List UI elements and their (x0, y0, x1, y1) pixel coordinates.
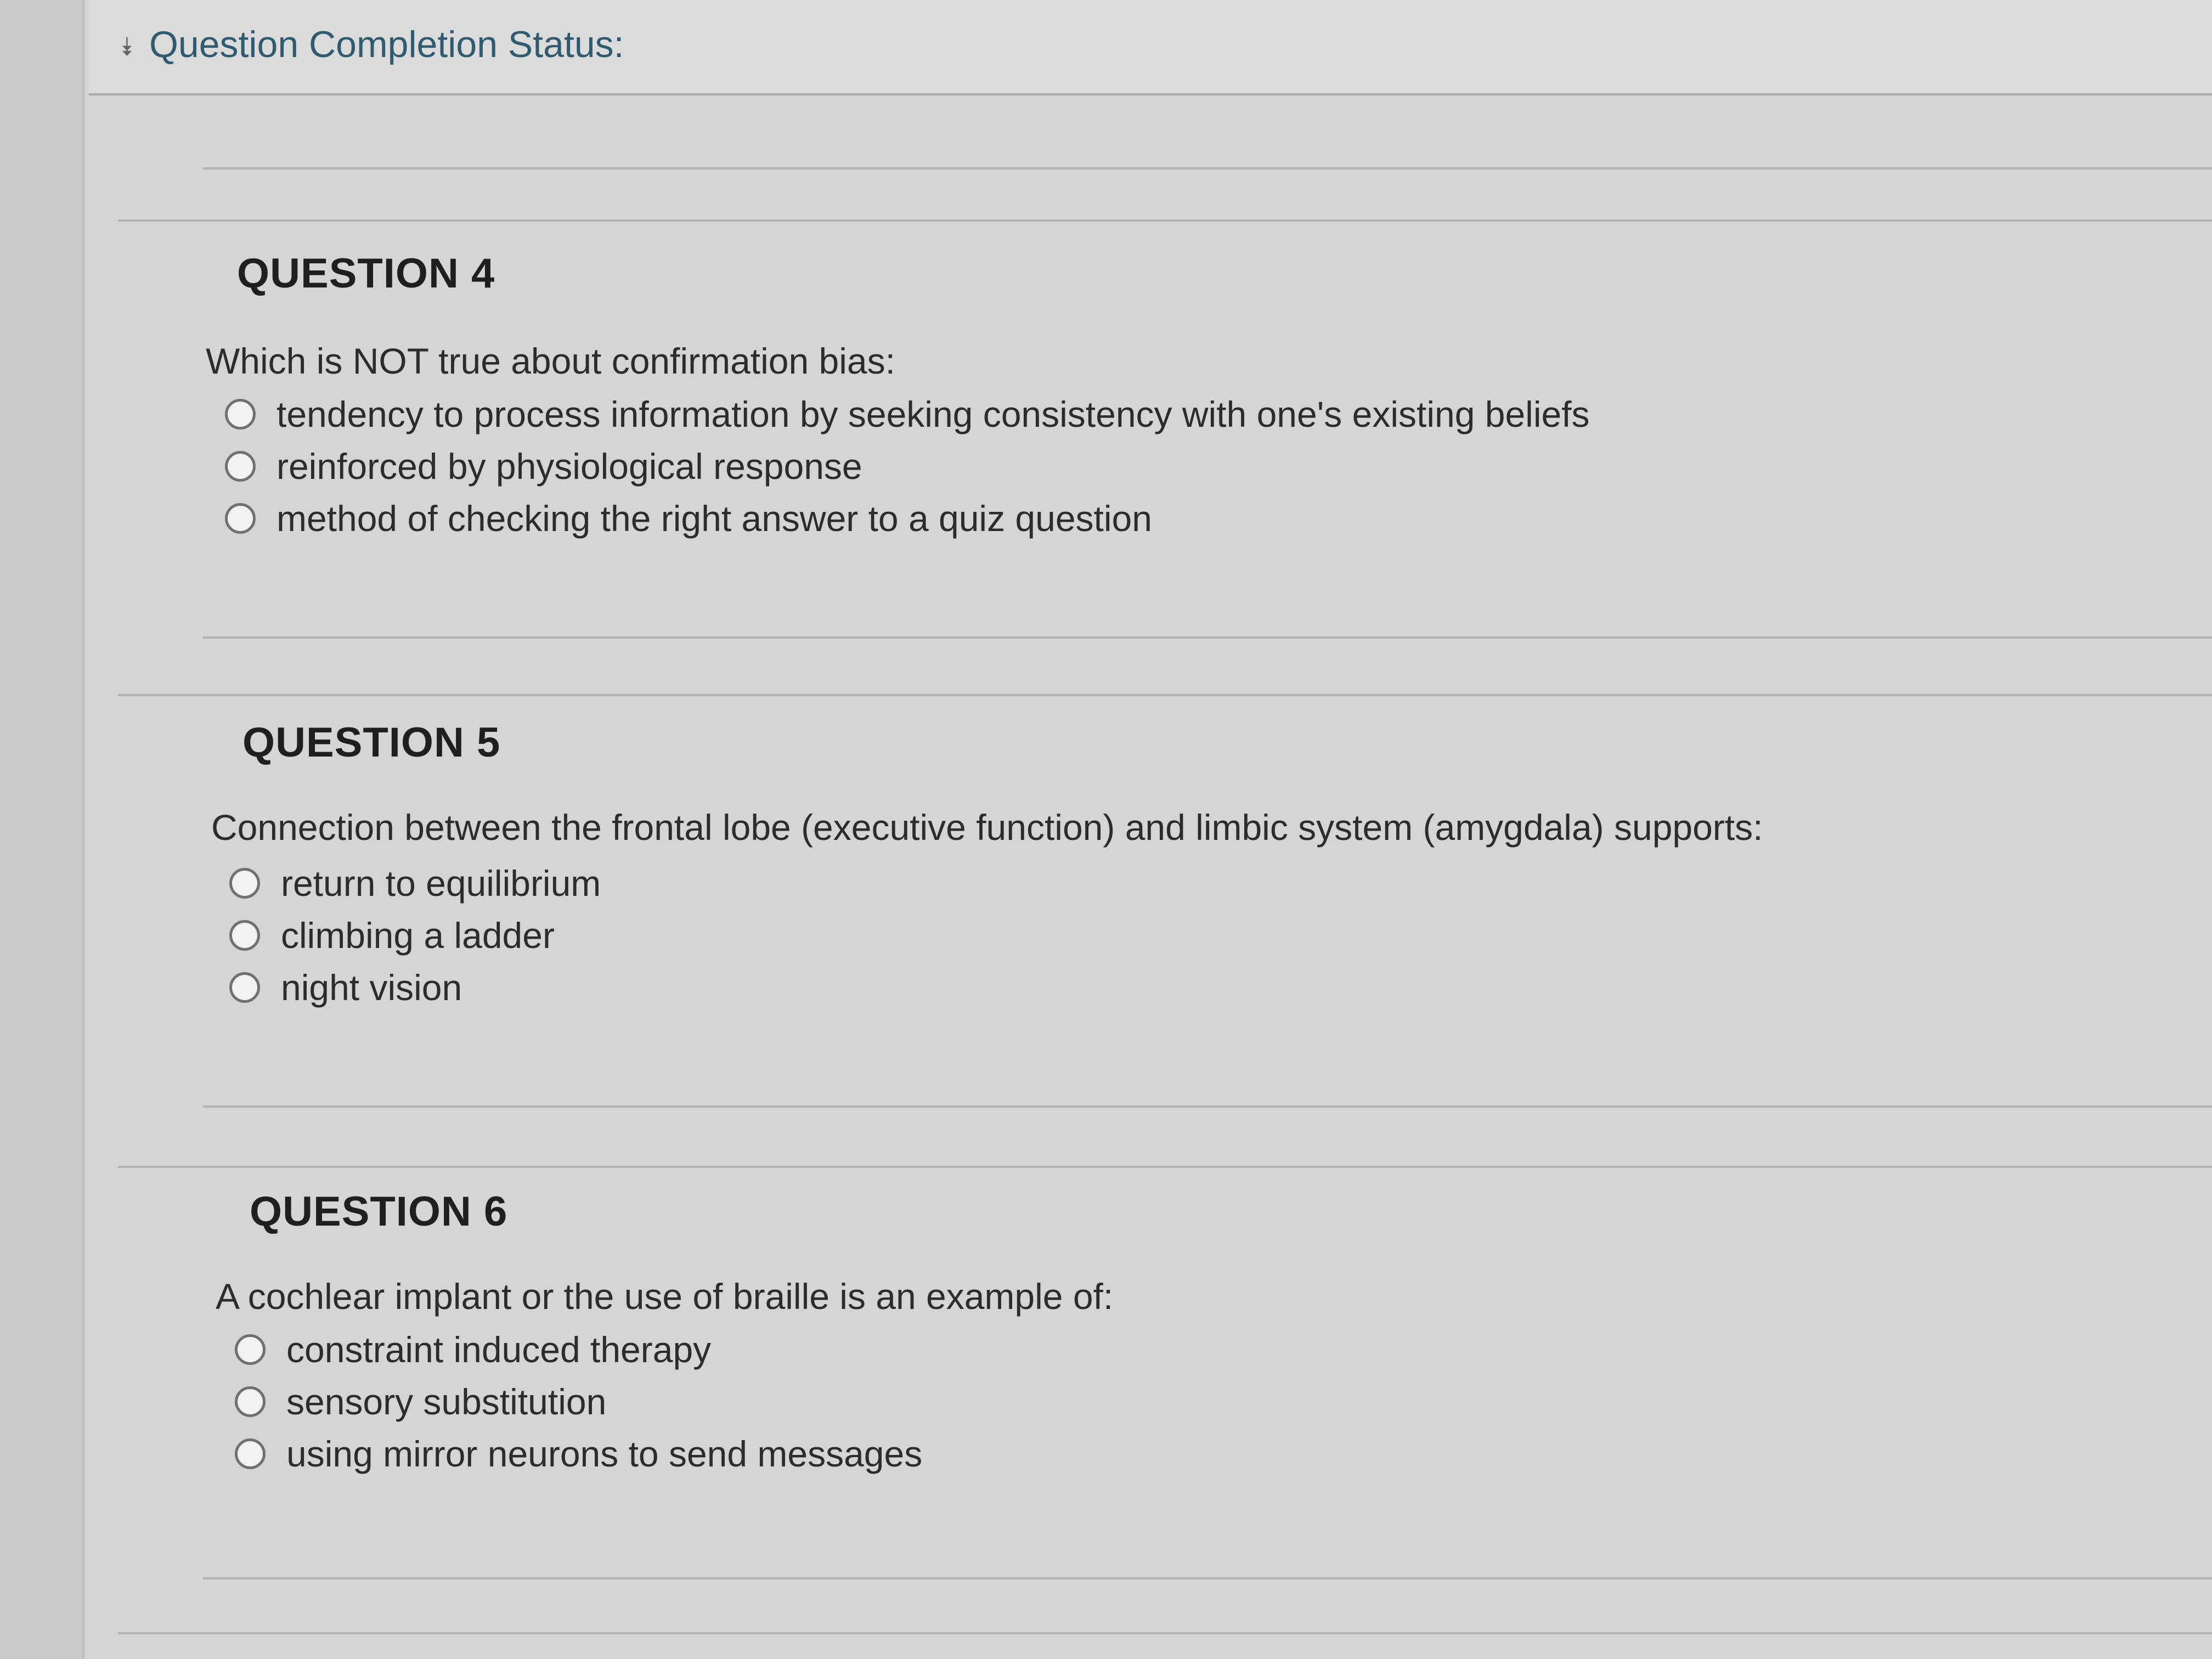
answer-option-label[interactable]: return to equilibrium (281, 862, 601, 904)
question-prompt: A cochlear implant or the use of braille… (216, 1276, 1114, 1317)
answer-option[interactable]: tendency to process information by seeki… (225, 390, 1590, 439)
divider (203, 636, 2212, 639)
answer-option[interactable]: night vision (229, 963, 462, 1012)
question-title: QUESTION 5 (242, 719, 501, 766)
left-gutter (0, 0, 84, 1659)
answer-option[interactable]: climbing a ladder (229, 911, 555, 960)
answer-option[interactable]: reinforced by physiological response (225, 442, 862, 491)
question-prompt: Connection between the frontal lobe (exe… (211, 807, 1763, 848)
answer-option-label[interactable]: using mirror neurons to send messages (286, 1433, 922, 1475)
answer-option-label[interactable]: constraint induced therapy (286, 1329, 711, 1370)
radio-button[interactable] (229, 920, 260, 951)
question-title: QUESTION 6 (250, 1188, 508, 1235)
divider (118, 1166, 2212, 1168)
radio-button[interactable] (235, 1334, 266, 1365)
divider (118, 694, 2212, 696)
radio-button[interactable] (225, 503, 256, 534)
answer-option-label[interactable]: reinforced by physiological response (276, 445, 862, 487)
divider (203, 167, 2212, 170)
question-completion-status-label[interactable]: Question Completion Status: (149, 23, 624, 66)
answer-option-label[interactable]: night vision (281, 967, 462, 1008)
answer-option[interactable]: sensory substitution (235, 1377, 606, 1426)
answer-option[interactable]: method of checking the right answer to a… (225, 494, 1152, 543)
radio-button[interactable] (229, 868, 260, 899)
answer-option[interactable]: return to equilibrium (229, 859, 601, 908)
answer-option-label[interactable]: climbing a ladder (281, 915, 555, 956)
radio-button[interactable] (229, 972, 260, 1003)
answer-option-label[interactable]: method of checking the right answer to a… (276, 498, 1152, 539)
divider (118, 219, 2212, 222)
answer-option[interactable]: using mirror neurons to send messages (235, 1429, 922, 1479)
answer-option[interactable]: constraint induced therapy (235, 1325, 711, 1374)
question-completion-status-bar[interactable]: ⯯ Question Completion Status: (89, 0, 2212, 95)
answer-option-label[interactable]: sensory substitution (286, 1381, 606, 1423)
radio-button[interactable] (235, 1386, 266, 1417)
double-chevron-down-icon[interactable]: ⯯ (119, 32, 134, 63)
question-prompt: Which is NOT true about confirmation bia… (206, 341, 895, 381)
divider (118, 1632, 2212, 1634)
radio-button[interactable] (235, 1438, 266, 1469)
radio-button[interactable] (225, 451, 256, 482)
divider (203, 1577, 2212, 1579)
radio-button[interactable] (225, 399, 256, 430)
question-title: QUESTION 4 (237, 250, 495, 297)
answer-option-label[interactable]: tendency to process information by seeki… (276, 393, 1590, 435)
divider (203, 1105, 2212, 1108)
